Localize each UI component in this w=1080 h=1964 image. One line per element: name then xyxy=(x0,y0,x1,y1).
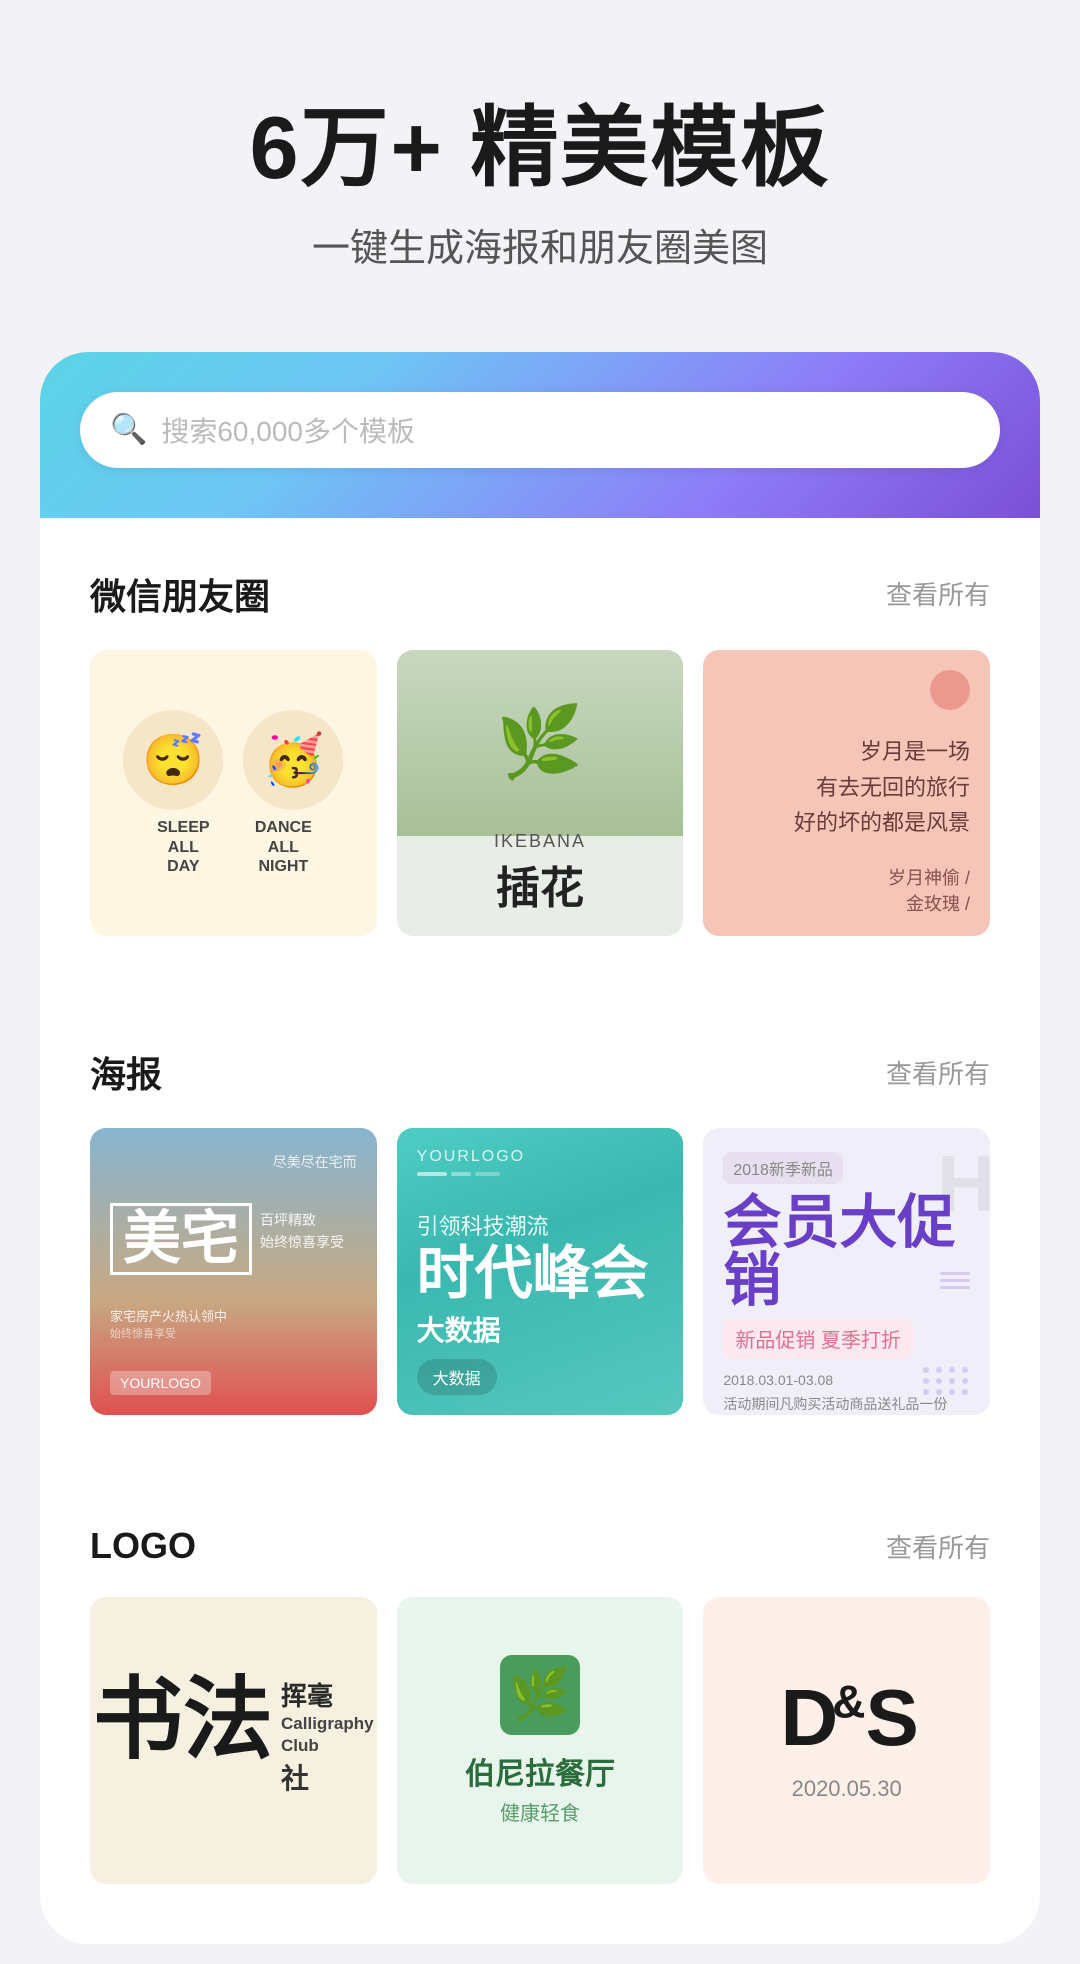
ikebana-zh-label: 插花 xyxy=(494,852,586,916)
sleep-emoji: 😴 xyxy=(123,710,223,810)
calligraphy-layout: 书法 挥毫 CalligraphyClub 社 xyxy=(93,1676,374,1805)
wechat-section-header: 微信朋友圈 查看所有 xyxy=(90,568,990,620)
character-row: 😴 🥳 xyxy=(123,710,343,810)
ds-logo-text: D&S xyxy=(780,1678,912,1758)
logo-template-restaurant[interactable]: 🌿 伯尼拉餐厅 健康轻食 xyxy=(397,1597,684,1884)
restaurant-text: 伯尼拉餐厅 健康轻食 xyxy=(465,1749,615,1826)
poem-line3: 好的坏的都是风景 xyxy=(794,805,970,840)
poster-template-member[interactable]: H 2018新季新品 会员大促销 新品促销 夏季打折 xyxy=(703,1128,990,1415)
label-row: SLEEPALLDAY DANCEALLNIGHT xyxy=(138,818,328,876)
search-icon: 🔍 xyxy=(110,415,147,445)
main-card: 🔍 搜索60,000多个模板 微信朋友圈 查看所有 😴 🥳 SLEEPALLDA… xyxy=(40,352,1040,1944)
poster-3-year: 2018新季新品 xyxy=(723,1152,843,1184)
poster-1-yourlogo: YOURLOGO xyxy=(110,1371,211,1395)
logo-template-calligraphy[interactable]: 书法 挥毫 CalligraphyClub 社 xyxy=(90,1597,377,1884)
hero-subtitle: 一键生成海报和朋友圈美图 xyxy=(60,217,1020,272)
calligraphy-en: CalligraphyClub xyxy=(281,1713,374,1757)
ikebana-en-label: IKEBANA xyxy=(494,831,586,852)
poster-section: 海报 查看所有 尽美尽在宅而 美宅 百坪精致始终惊喜享受 家宅房产火热认领中 始… xyxy=(40,996,1040,1415)
poster-3-main: 会员大促销 新品促销 夏季打折 xyxy=(723,1194,970,1359)
search-input-placeholder: 搜索60,000多个模板 xyxy=(161,410,415,450)
author-line2: 金玫瑰 / xyxy=(888,890,970,916)
ds-date: 2020.05.30 xyxy=(792,1776,902,1802)
poster-2-label: 大数据 xyxy=(417,1359,497,1395)
poster-1-bottom: 家宅房产火热认领中 始终惊喜享受 xyxy=(110,1306,357,1341)
calligraphy-right: 挥毫 CalligraphyClub 社 xyxy=(281,1676,374,1805)
pink-circle-deco xyxy=(930,670,970,710)
logo-view-all-link[interactable]: 查看所有 xyxy=(886,1528,990,1565)
poster-2-pre: 大数据 xyxy=(417,1309,664,1349)
poster-1-big-zh: 美宅 xyxy=(110,1203,252,1275)
poem-text: 岁月是一场 有去无回的旅行 好的坏的都是风景 xyxy=(794,734,970,840)
poster-template-grid: 尽美尽在宅而 美宅 百坪精致始终惊喜享受 家宅房产火热认领中 始终惊喜享受 YO… xyxy=(90,1128,990,1415)
ikebana-text: IKEBANA 插花 xyxy=(494,831,586,916)
poster-3-title: 会员大促销 xyxy=(723,1194,970,1310)
hero-section: 6万+ 精美模板 一键生成海报和朋友圈美图 xyxy=(0,0,1080,332)
wechat-view-all-link[interactable]: 查看所有 xyxy=(886,575,990,612)
poem-author: 岁月神偷 / 金玫瑰 / xyxy=(888,864,970,916)
poster-2-title: 时代峰会 xyxy=(417,1245,664,1303)
ikebana-leaves-bg: 🌿 xyxy=(397,650,684,836)
leaf-icon: 🌿 xyxy=(500,1655,580,1735)
poster-section-header: 海报 查看所有 xyxy=(90,1046,990,1098)
poster-section-title: 海报 xyxy=(90,1046,162,1098)
wechat-section: 微信朋友圈 查看所有 😴 🥳 SLEEPALLDAY DANCEALLNIGHT… xyxy=(40,518,1040,937)
wechat-template-sleep-dance[interactable]: 😴 🥳 SLEEPALLDAY DANCEALLNIGHT xyxy=(90,650,377,937)
logo-section-header: LOGO 查看所有 xyxy=(90,1525,990,1567)
search-bar[interactable]: 🔍 搜索60,000多个模板 xyxy=(80,392,1000,468)
wechat-template-ikebana[interactable]: 🌿 IKEBANA 插花 xyxy=(397,650,684,937)
calligraphy-she: 社 xyxy=(281,1757,374,1797)
logo-section-title: LOGO xyxy=(90,1525,196,1567)
search-header: 🔍 搜索60,000多个模板 xyxy=(40,352,1040,518)
logo-section: LOGO 查看所有 书法 挥毫 CalligraphyClub 社 🌿 xyxy=(40,1475,1040,1884)
restaurant-name: 伯尼拉餐厅 xyxy=(465,1749,615,1793)
dance-label: DANCEALLNIGHT xyxy=(238,818,328,876)
sleep-label: SLEEPALLDAY xyxy=(138,818,228,876)
poster-template-bigdata[interactable]: YOURLOGO 引领科技潮流 时代峰会 大数据 大数据 xyxy=(397,1128,684,1415)
restaurant-sub: 健康轻食 xyxy=(465,1797,615,1826)
poem-line2: 有去无回的旅行 xyxy=(794,770,970,805)
poster-2-deco-top: YOURLOGO xyxy=(417,1148,664,1176)
poem-line1: 岁月是一场 xyxy=(794,734,970,769)
poster-template-meizhai[interactable]: 尽美尽在宅而 美宅 百坪精致始终惊喜享受 家宅房产火热认领中 始终惊喜享受 YO… xyxy=(90,1128,377,1415)
dance-emoji: 🥳 xyxy=(243,710,343,810)
calligraphy-zh-char: 书法 xyxy=(93,1676,273,1766)
author-line1: 岁月神偷 / xyxy=(888,864,970,890)
wechat-template-poem[interactable]: 岁月是一场 有去无回的旅行 好的坏的都是风景 岁月神偷 / 金玫瑰 / xyxy=(703,650,990,937)
poster-3-top: 2018新季新品 xyxy=(723,1152,970,1184)
poster-view-all-link[interactable]: 查看所有 xyxy=(886,1054,990,1091)
logo-template-ds[interactable]: D&S 2020.05.30 xyxy=(703,1597,990,1884)
logo-template-grid: 书法 挥毫 CalligraphyClub 社 🌿 伯尼拉餐厅 健康轻食 xyxy=(90,1597,990,1884)
wechat-section-title: 微信朋友圈 xyxy=(90,568,270,620)
poster-3-desc: 2018.03.01-03.08 活动期间凡购买活动商品送礼品一份 活动有效期至… xyxy=(723,1369,970,1415)
calligraphy-pre: 挥毫 xyxy=(281,1676,374,1713)
poster-2-yourlogo: YOURLOGO xyxy=(417,1148,664,1166)
poster-2-content: 引领科技潮流 时代峰会 大数据 大数据 xyxy=(417,1209,664,1395)
hero-title: 6万+ 精美模板 xyxy=(60,100,1020,197)
wechat-template-grid: 😴 🥳 SLEEPALLDAY DANCEALLNIGHT 🌿 IKEBANA … xyxy=(90,650,990,937)
poster-1-right-text: 百坪精致始终惊喜享受 xyxy=(260,1209,344,1254)
poster-3-sub: 新品促销 夏季打折 xyxy=(723,1318,913,1359)
poster-2-sub: 引领科技潮流 xyxy=(417,1209,664,1241)
poster-1-youlogo: 尽美尽在宅而 xyxy=(110,1152,357,1172)
